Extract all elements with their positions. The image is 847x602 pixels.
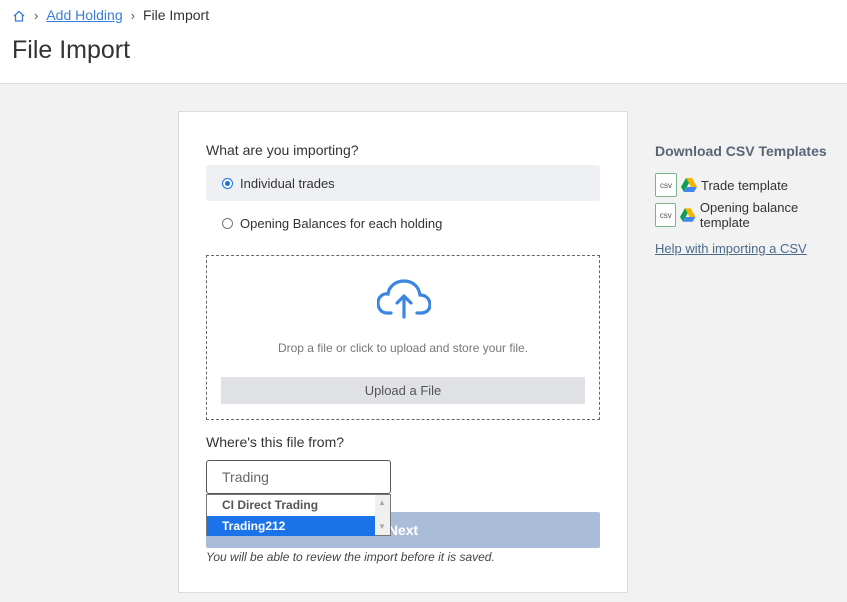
file-source-dropdown[interactable]: CI Direct Trading Trading212 ▲ ▼ bbox=[206, 494, 391, 536]
option-label: Opening Balances for each holding bbox=[240, 215, 443, 231]
scroll-up-icon[interactable]: ▲ bbox=[378, 498, 386, 507]
cloud-upload-icon bbox=[377, 279, 431, 319]
opening-balance-template-label[interactable]: Opening balance template bbox=[700, 200, 847, 230]
breadcrumb: › Add Holding › File Import bbox=[12, 7, 209, 23]
breadcrumb-add-holding-link[interactable]: Add Holding bbox=[46, 7, 122, 23]
file-dropzone[interactable]: Drop a file or click to upload and store… bbox=[206, 255, 600, 420]
csv-templates-title: Download CSV Templates bbox=[655, 143, 827, 159]
scroll-down-icon[interactable]: ▼ bbox=[378, 522, 386, 531]
next-button-label: Next bbox=[387, 522, 419, 538]
dropdown-scrollbar[interactable]: ▲ ▼ bbox=[375, 495, 390, 535]
csv-file-icon: csv bbox=[655, 173, 677, 197]
option-label: Individual trades bbox=[240, 175, 335, 191]
dropdown-option-trading212[interactable]: Trading212 bbox=[207, 516, 375, 536]
option-individual-trades[interactable]: Individual trades bbox=[206, 165, 600, 201]
help-importing-csv-link[interactable]: Help with importing a CSV bbox=[655, 241, 807, 256]
opening-balance-template-item[interactable]: csv Opening balance template bbox=[655, 200, 847, 230]
option-opening-balances[interactable]: Opening Balances for each holding bbox=[206, 205, 600, 241]
dropzone-instructions: Drop a file or click to upload and store… bbox=[277, 341, 529, 355]
trade-template-label[interactable]: Trade template bbox=[701, 178, 788, 193]
breadcrumb-current: File Import bbox=[142, 7, 210, 23]
google-drive-icon bbox=[680, 208, 696, 222]
page-title: File Import bbox=[12, 36, 131, 64]
file-source-value: Trading bbox=[222, 469, 269, 485]
import-type-question: What are you importing? bbox=[206, 142, 359, 158]
dropdown-option-ci-direct[interactable]: CI Direct Trading bbox=[207, 495, 375, 515]
radio-checked[interactable] bbox=[222, 177, 233, 189]
google-drive-icon bbox=[681, 178, 697, 192]
home-icon[interactable] bbox=[12, 9, 26, 23]
file-source-label: Where's this file from? bbox=[206, 434, 345, 450]
csv-file-icon: csv bbox=[655, 203, 677, 227]
radio-unchecked[interactable] bbox=[222, 217, 233, 229]
top-header: › Add Holding › File Import File Import bbox=[0, 0, 847, 84]
review-note: You will be able to review the import be… bbox=[206, 550, 495, 564]
chevron-right-icon: › bbox=[130, 7, 135, 23]
file-source-input[interactable]: Trading bbox=[206, 460, 391, 494]
upload-file-button[interactable]: Upload a File bbox=[221, 377, 585, 404]
chevron-right-icon: › bbox=[34, 7, 39, 23]
trade-template-item[interactable]: csv Trade template bbox=[655, 173, 788, 197]
